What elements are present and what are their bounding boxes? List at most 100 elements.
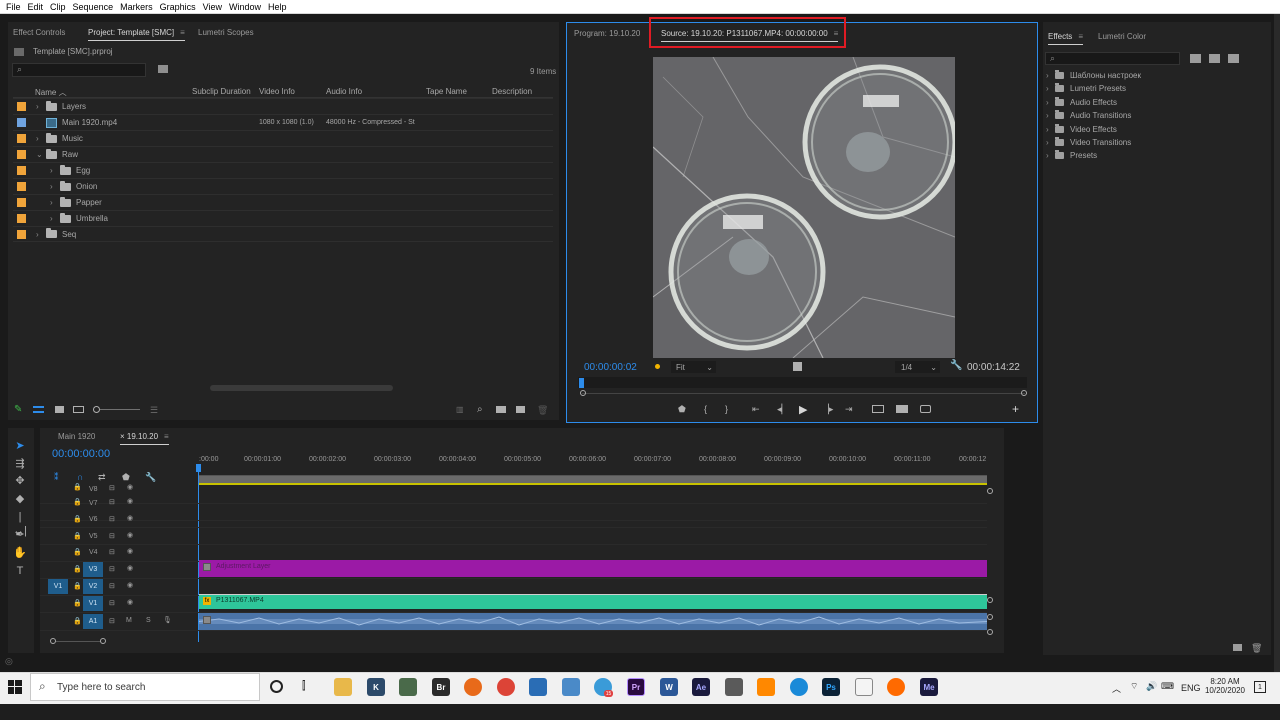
- label-color-swatch[interactable]: [17, 198, 26, 207]
- lock-icon[interactable]: 🔒: [73, 582, 82, 590]
- effects-search-input[interactable]: ⌕: [1045, 52, 1180, 65]
- project-row-main-1920[interactable]: Main 1920.mp4 1080 x 1080 (1.0) 48000 Hz…: [13, 114, 553, 130]
- project-row-onion[interactable]: › Onion: [13, 178, 553, 194]
- timeline-zoom-bar[interactable]: [56, 641, 101, 642]
- clip-adjustment-layer[interactable]: Adjustment Layer: [199, 560, 987, 577]
- new-bin-button[interactable]: [496, 406, 506, 413]
- find-icon[interactable]: ⌕: [477, 404, 483, 415]
- language-indicator[interactable]: ENG: [1181, 683, 1201, 693]
- track-v6[interactable]: [40, 511, 987, 528]
- track-height-handle[interactable]: [987, 488, 993, 494]
- effects-item-video-effects[interactable]: › Video Effects: [1046, 124, 1117, 134]
- col-subclip-duration[interactable]: Subclip Duration: [192, 87, 251, 96]
- sync-lock-icon[interactable]: ⊟: [109, 484, 115, 492]
- col-video-info[interactable]: Video Info: [259, 87, 295, 96]
- eye-icon[interactable]: ◉: [127, 531, 133, 539]
- app-icon-q[interactable]: [790, 678, 808, 696]
- menu-help[interactable]: Help: [268, 2, 287, 12]
- new-custom-bin-icon[interactable]: [1233, 644, 1242, 651]
- new-item-button[interactable]: [516, 406, 525, 413]
- yuv-effects-icon[interactable]: [1228, 54, 1239, 63]
- source-patch-v1[interactable]: V1: [48, 579, 68, 594]
- tab-sequence-main[interactable]: Main 1920: [58, 432, 95, 441]
- project-row-papper[interactable]: › Papper: [13, 194, 553, 210]
- wrench-icon[interactable]: 🔧: [145, 472, 156, 483]
- clip-audio[interactable]: [199, 613, 987, 630]
- chevron-right-icon[interactable]: ›: [50, 214, 60, 223]
- work-area-bar[interactable]: [198, 476, 987, 483]
- vlc-icon[interactable]: [757, 678, 775, 696]
- playhead-handle[interactable]: [196, 464, 201, 472]
- selection-tool-icon[interactable]: ➤: [12, 439, 28, 453]
- mute-button[interactable]: M: [126, 617, 132, 624]
- panel-menu-icon[interactable]: ≡: [1078, 32, 1083, 41]
- sync-lock-icon[interactable]: ⊟: [109, 548, 115, 556]
- effects-item-video-transitions[interactable]: › Video Transitions: [1046, 137, 1131, 147]
- label-color-swatch[interactable]: [17, 102, 26, 111]
- track-select-tool-icon[interactable]: ⇶: [12, 457, 28, 471]
- cortana-icon[interactable]: [270, 680, 283, 693]
- source-zoom-bar[interactable]: [582, 393, 1025, 394]
- track-target-v1[interactable]: V1: [83, 596, 103, 611]
- keyboard-icon[interactable]: ⌨: [1161, 681, 1174, 692]
- resolution-select[interactable]: 1/4 ⌄: [895, 361, 940, 373]
- effects-item-audio-effects[interactable]: › Audio Effects: [1046, 97, 1117, 107]
- track-v8[interactable]: [40, 487, 987, 504]
- zoom-slider[interactable]: [100, 409, 140, 410]
- photoshop-icon[interactable]: Ps: [822, 678, 840, 696]
- settings-icon[interactable]: [793, 362, 802, 371]
- eye-icon[interactable]: ◉: [127, 547, 133, 555]
- project-row-raw[interactable]: ⌄ Raw: [13, 146, 553, 162]
- automate-to-sequence-icon[interactable]: ▥: [456, 405, 464, 414]
- clock[interactable]: 8:20 AM 10/20/2020: [1202, 677, 1248, 695]
- linked-selection-icon[interactable]: ⇄: [98, 472, 106, 483]
- icon-view-icon[interactable]: [55, 406, 64, 413]
- snap-icon[interactable]: ∩: [77, 472, 83, 482]
- chevron-right-icon[interactable]: ›: [36, 134, 46, 143]
- project-search-input[interactable]: ⌕: [12, 63, 146, 77]
- close-icon[interactable]: ×: [120, 432, 127, 441]
- lock-icon[interactable]: 🔒: [73, 565, 82, 573]
- microphone-icon[interactable]: 🎙: [163, 616, 172, 624]
- col-tape-name[interactable]: Tape Name: [426, 87, 467, 96]
- word-icon[interactable]: W: [660, 678, 678, 696]
- label-color-swatch[interactable]: [17, 166, 26, 175]
- tab-lumetri-color[interactable]: Lumetri Color: [1098, 32, 1146, 41]
- track-height-handle[interactable]: [987, 629, 993, 635]
- play-icon[interactable]: ▶: [799, 403, 807, 416]
- eye-icon[interactable]: ◉: [127, 514, 133, 522]
- chrome-icon[interactable]: [497, 678, 515, 696]
- col-name[interactable]: Name ︿: [35, 87, 67, 98]
- accelerated-effects-icon[interactable]: [1190, 54, 1201, 63]
- premiere-icon[interactable]: Pr: [627, 678, 645, 696]
- app-icon-folder[interactable]: [562, 678, 580, 696]
- solo-button[interactable]: S: [146, 617, 151, 624]
- nest-toggle-icon[interactable]: ⁑: [54, 472, 59, 483]
- sync-lock-icon[interactable]: ⊟: [109, 565, 115, 573]
- chevron-down-icon[interactable]: ⌄: [36, 150, 46, 159]
- track-target-a1[interactable]: A1: [83, 614, 103, 629]
- new-bin-icon[interactable]: [158, 65, 168, 73]
- sync-lock-icon[interactable]: ⊟: [109, 532, 115, 540]
- source-time-ruler[interactable]: [578, 377, 1027, 388]
- zoom-level-select[interactable]: Fit ⌄: [671, 361, 716, 373]
- tab-effect-controls[interactable]: Effect Controls: [13, 28, 65, 37]
- sync-lock-icon[interactable]: ⊟: [109, 617, 115, 625]
- menu-window[interactable]: Window: [229, 2, 261, 12]
- project-row-layers[interactable]: › Layers: [13, 98, 553, 114]
- freeform-view-icon[interactable]: [73, 406, 84, 413]
- slip-tool-icon[interactable]: |↔|: [12, 510, 28, 537]
- chevron-right-icon[interactable]: ›: [36, 102, 46, 111]
- mark-in-icon[interactable]: {: [704, 404, 707, 414]
- label-color-swatch[interactable]: [17, 150, 26, 159]
- go-to-in-icon[interactable]: ⇤: [752, 404, 760, 415]
- track-target-v2[interactable]: V2: [83, 579, 103, 594]
- project-row-seq[interactable]: › Seq: [13, 226, 553, 242]
- app-icon-k[interactable]: K: [367, 678, 385, 696]
- task-view-icon[interactable]: ⫿: [302, 680, 306, 693]
- pen-tool-icon[interactable]: ✒: [12, 528, 28, 542]
- go-to-out-icon[interactable]: ⇥: [845, 404, 853, 415]
- track-height-handle[interactable]: [987, 614, 993, 620]
- project-row-umbrella[interactable]: › Umbrella: [13, 210, 553, 226]
- sync-lock-icon[interactable]: ⊟: [109, 498, 115, 506]
